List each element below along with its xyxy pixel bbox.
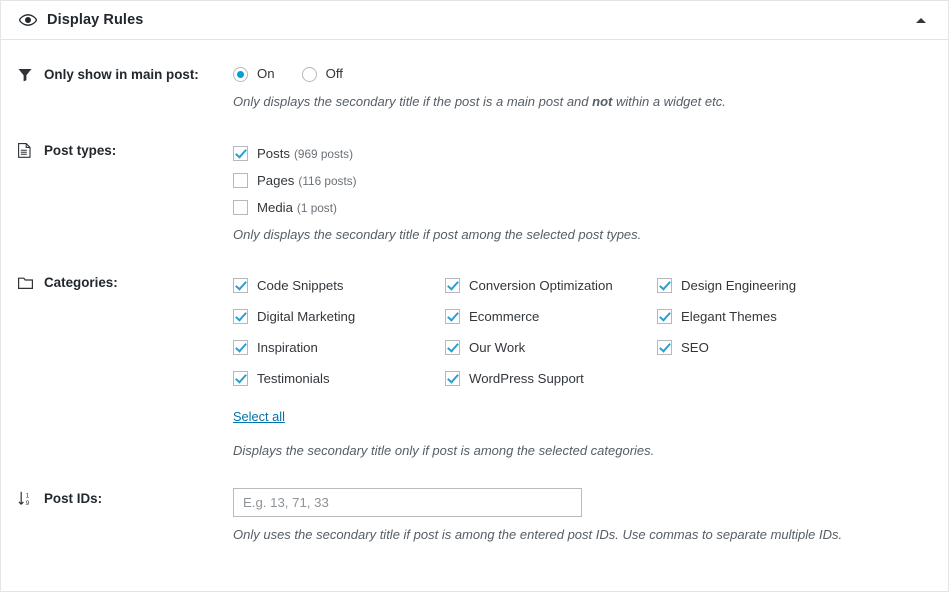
checkbox-category-conversion-optimization[interactable]: Conversion Optimization: [445, 272, 657, 299]
post-types-checkbox-list: Posts (969 posts) Pages (116 posts) Medi…: [233, 140, 932, 221]
field-main-post: On Off Only displays the secondary title…: [233, 64, 932, 111]
checkbox-category-ecommerce[interactable]: Ecommerce: [445, 303, 657, 330]
eye-icon: [18, 12, 38, 28]
checkbox-category-seo-label: SEO: [681, 340, 709, 355]
radio-option-off[interactable]: Off: [301, 66, 343, 82]
checkbox-category-conversion-optimization-label: Conversion Optimization: [469, 278, 613, 293]
checkbox-category-our-work[interactable]: Our Work: [445, 334, 657, 361]
description-main-post-pre: Only displays the secondary title if the…: [233, 94, 593, 109]
svg-text:1: 1: [26, 492, 30, 499]
checkbox-category-seo[interactable]: SEO: [657, 334, 869, 361]
panel-body: Only show in main post: On Off Only disp…: [1, 40, 948, 544]
radio-on-label: On: [257, 66, 275, 81]
row-label-post-types: Post types:: [18, 140, 233, 159]
checkbox-category-design-engineering[interactable]: Design Engineering: [657, 272, 869, 299]
checkbox-category-design-engineering-box[interactable]: [657, 278, 672, 293]
description-categories: Displays the secondary title only if pos…: [233, 443, 655, 458]
sort-numeric-down-icon: 1 9: [18, 490, 35, 507]
checkbox-category-testimonials[interactable]: Testimonials: [233, 365, 445, 392]
checkbox-category-elegant-themes[interactable]: Elegant Themes: [657, 303, 869, 330]
filter-icon: [18, 66, 35, 83]
checkbox-post-type-media-count: (1 post): [296, 200, 337, 215]
radio-group-main-post: On Off: [233, 64, 932, 84]
select-all-wrapper: Select all: [233, 408, 932, 426]
checkbox-category-ecommerce-box[interactable]: [445, 309, 460, 324]
description-main-post: Only displays the secondary title if the…: [233, 93, 932, 111]
checkbox-category-code-snippets-label: Code Snippets: [257, 278, 344, 293]
row-label-categories: Categories:: [18, 272, 233, 291]
checkbox-category-code-snippets-box[interactable]: [233, 278, 248, 293]
description-post-ids: Only uses the secondary title if post is…: [233, 527, 843, 542]
checkbox-category-ecommerce-label: Ecommerce: [469, 309, 540, 324]
checkbox-category-our-work-box[interactable]: [445, 340, 460, 355]
post-ids-input[interactable]: [233, 488, 582, 517]
select-all-link[interactable]: Select all: [233, 409, 285, 424]
checkbox-category-wordpress-support-box[interactable]: [445, 371, 460, 386]
checkbox-category-conversion-optimization-box[interactable]: [445, 278, 460, 293]
checkbox-post-type-pages-box[interactable]: [233, 173, 248, 188]
checkbox-post-type-posts[interactable]: Posts (969 posts): [233, 140, 932, 167]
checkbox-category-our-work-label: Our Work: [469, 340, 526, 355]
checkbox-category-inspiration-label: Inspiration: [257, 340, 318, 355]
label-post-types: Post types:: [44, 143, 117, 158]
document-icon: [18, 142, 35, 159]
checkbox-post-type-posts-box[interactable]: [233, 146, 248, 161]
row-post-types: Post types: Posts (969 posts) Pages (116…: [1, 111, 948, 244]
categories-checkbox-grid: Code Snippets Conversion Optimization De…: [233, 272, 932, 392]
row-label-post-ids: 1 9 Post IDs:: [18, 488, 233, 507]
checkbox-category-elegant-themes-label: Elegant Themes: [681, 309, 777, 324]
description-main-post-bold: not: [592, 94, 613, 109]
checkbox-post-type-posts-label: Posts: [257, 146, 290, 161]
radio-on-indicator[interactable]: [233, 66, 248, 82]
page-title: Display Rules: [47, 12, 144, 28]
checkbox-category-inspiration[interactable]: Inspiration: [233, 334, 445, 361]
checkbox-category-inspiration-box[interactable]: [233, 340, 248, 355]
radio-option-on[interactable]: On: [233, 66, 275, 82]
checkbox-post-type-posts-count: (969 posts): [293, 146, 353, 161]
row-only-show-in-main-post: Only show in main post: On Off Only disp…: [1, 40, 948, 111]
checkbox-category-wordpress-support-label: WordPress Support: [469, 371, 584, 386]
checkbox-category-digital-marketing[interactable]: Digital Marketing: [233, 303, 445, 330]
checkbox-post-type-media[interactable]: Media (1 post): [233, 194, 932, 221]
description-post-types: Only displays the secondary title if pos…: [233, 227, 642, 242]
checkbox-post-type-pages-label: Pages: [257, 173, 295, 188]
label-main-post: Only show in main post:: [44, 67, 199, 82]
checkbox-category-seo-box[interactable]: [657, 340, 672, 355]
checkbox-category-testimonials-label: Testimonials: [257, 371, 330, 386]
checkbox-post-type-pages-count: (116 posts): [298, 173, 357, 188]
radio-off-label: Off: [325, 66, 343, 81]
checkbox-category-digital-marketing-box[interactable]: [233, 309, 248, 324]
checkbox-post-type-pages[interactable]: Pages (116 posts): [233, 167, 932, 194]
chevron-up-icon[interactable]: [910, 9, 932, 31]
field-post-ids: Only uses the secondary title if post is…: [233, 488, 932, 544]
description-main-post-post: within a widget etc.: [612, 94, 726, 109]
checkbox-category-wordpress-support[interactable]: WordPress Support: [445, 365, 657, 392]
checkbox-category-digital-marketing-label: Digital Marketing: [257, 309, 356, 324]
folder-icon: [18, 274, 35, 291]
svg-text:9: 9: [26, 500, 30, 506]
field-post-types: Posts (969 posts) Pages (116 posts) Medi…: [233, 140, 932, 244]
checkbox-category-testimonials-box[interactable]: [233, 371, 248, 386]
radio-off-indicator[interactable]: [301, 66, 317, 82]
display-rules-panel: Display Rules Only show in main post: On…: [0, 0, 949, 592]
checkbox-category-elegant-themes-box[interactable]: [657, 309, 672, 324]
checkbox-post-type-media-box[interactable]: [233, 200, 248, 215]
row-post-ids: 1 9 Post IDs: Only uses the secondary ti…: [1, 460, 948, 544]
panel-header: Display Rules: [1, 1, 948, 40]
field-categories: Code Snippets Conversion Optimization De…: [233, 272, 932, 460]
checkbox-post-type-media-label: Media: [257, 200, 293, 215]
label-categories: Categories:: [44, 275, 118, 290]
label-post-ids: Post IDs:: [44, 491, 103, 506]
checkbox-category-code-snippets[interactable]: Code Snippets: [233, 272, 445, 299]
checkbox-category-design-engineering-label: Design Engineering: [681, 278, 797, 293]
row-categories: Categories: Code Snippets Conversion Opt…: [1, 244, 948, 460]
row-label-main-post: Only show in main post:: [18, 64, 233, 83]
